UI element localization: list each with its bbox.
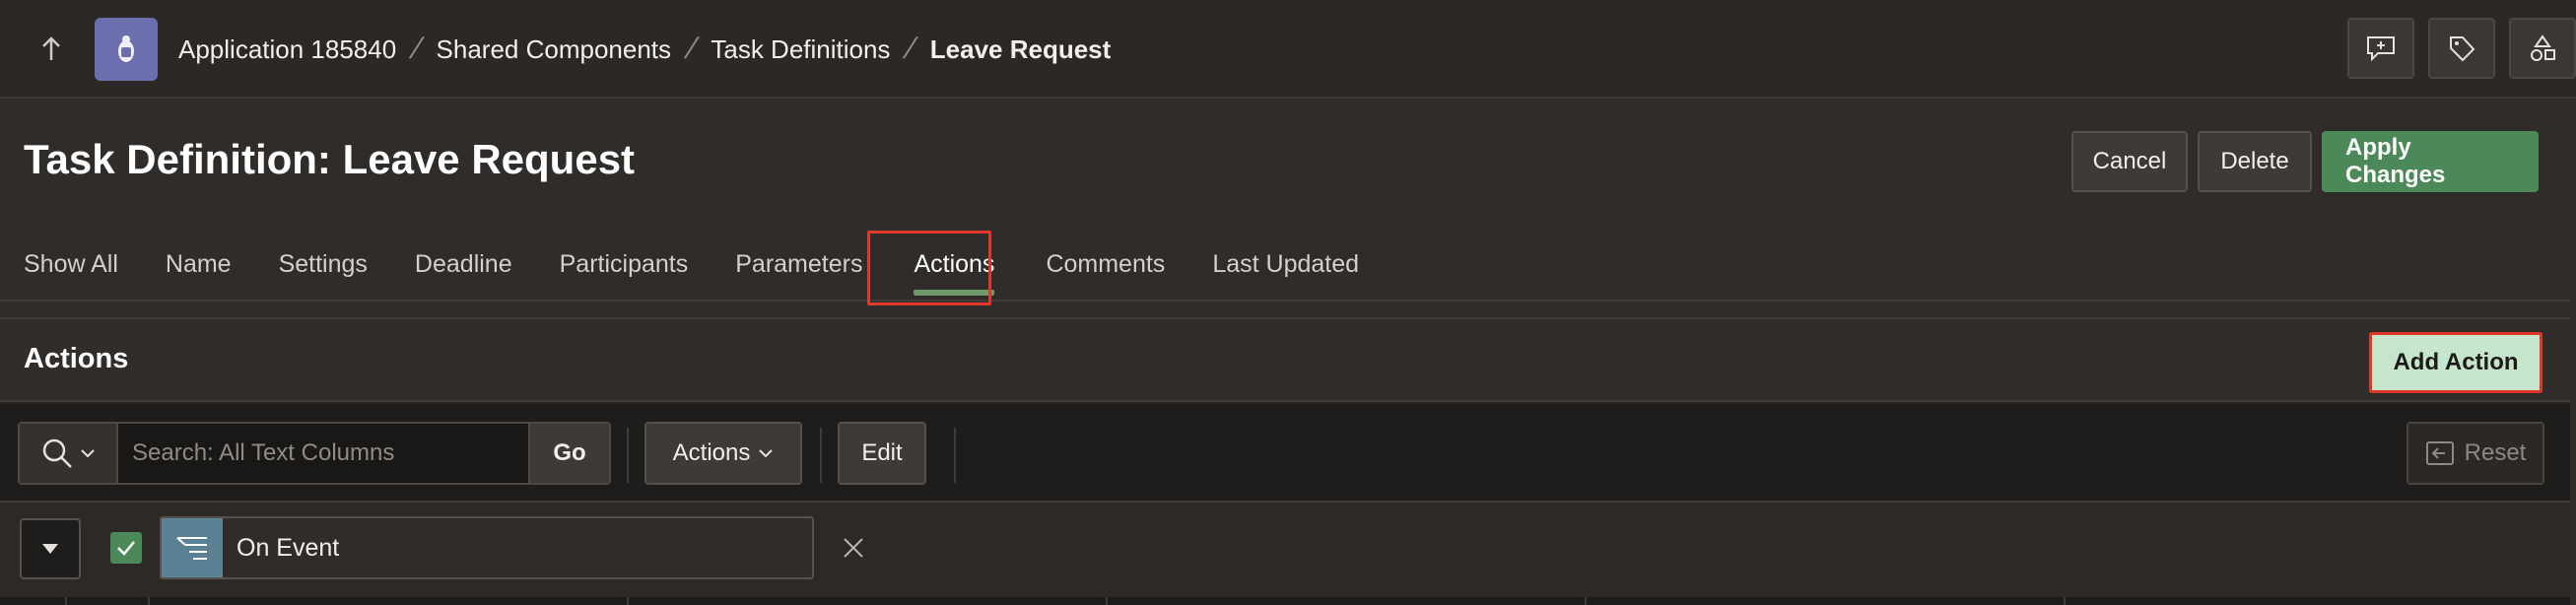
feedback-glyph (2367, 36, 2395, 62)
top-tools (2347, 18, 2576, 79)
add-action-button[interactable]: Add Action (2369, 332, 2542, 393)
column-divider (148, 597, 150, 605)
tab-label: Participants (559, 249, 689, 278)
column-divider (1585, 597, 1587, 605)
up-arrow-glyph (42, 36, 60, 60)
tab-name[interactable]: Name (142, 227, 255, 302)
close-glyph (844, 538, 863, 558)
up-arrow-icon[interactable] (26, 26, 77, 73)
breadcrumb-task-definitions[interactable]: Task Definitions (705, 34, 896, 65)
app-icon[interactable] (95, 18, 158, 81)
tab-label: Show All (24, 249, 118, 278)
delete-button[interactable]: Delete (2198, 131, 2312, 192)
apply-changes-button[interactable]: Apply Changes (2322, 131, 2539, 192)
search-input[interactable] (118, 424, 530, 483)
tab-last-updated[interactable]: Last Updated (1188, 227, 1383, 302)
column-divider (1106, 597, 1108, 605)
grid-header-strip (0, 597, 2570, 605)
check-icon (117, 541, 135, 556)
filter-enabled-checkbox[interactable] (110, 532, 142, 564)
reset-button[interactable]: Reset (2407, 422, 2544, 485)
tab-label: Name (165, 249, 232, 278)
search-column-selector[interactable] (20, 424, 118, 483)
tab-settings[interactable]: Settings (255, 227, 391, 302)
breadcrumb: Application 185840 / Shared Components /… (172, 28, 1117, 71)
tab-label: Deadline (414, 249, 512, 278)
region-header: Actions Add Action (0, 319, 2570, 402)
app-glyph (118, 35, 134, 62)
feedback-plus-icon[interactable] (2347, 18, 2414, 79)
tab-actions[interactable]: Actions (886, 227, 1022, 302)
tab-show-all[interactable]: Show All (0, 227, 142, 302)
toolbar-divider (627, 428, 629, 483)
column-divider (627, 597, 629, 605)
toolbar-divider (954, 428, 956, 483)
column-divider (2064, 597, 2066, 605)
shapes-glyph (2531, 34, 2555, 61)
filter-icon (162, 518, 223, 577)
active-tab-indicator (914, 290, 995, 296)
tab-parameters[interactable]: Parameters (712, 227, 886, 302)
edit-button[interactable]: Edit (838, 422, 926, 485)
tab-participants[interactable]: Participants (536, 227, 712, 302)
tab-label: Comments (1046, 249, 1166, 278)
cancel-button[interactable]: Cancel (2071, 131, 2188, 192)
chevron-down-icon (81, 449, 95, 458)
actions-menu-button[interactable]: Actions (644, 422, 802, 485)
shapes-icon[interactable] (2509, 18, 2576, 79)
actions-menu-label: Actions (672, 439, 751, 466)
tab-comments[interactable]: Comments (1022, 227, 1188, 302)
search-group: Go (18, 422, 611, 485)
filter-row: On Event (0, 504, 2570, 603)
filter-label: On Event (237, 533, 340, 562)
tab-label: Actions (914, 249, 995, 278)
go-button[interactable]: Go (530, 424, 609, 483)
collapse-filters-button[interactable] (20, 518, 81, 579)
breadcrumb-shared-components[interactable]: Shared Components (431, 34, 677, 65)
tab-deadline[interactable]: Deadline (391, 227, 536, 302)
tab-label: Parameters (735, 249, 863, 278)
reset-icon (2425, 441, 2454, 465)
search-icon (42, 438, 72, 468)
reset-label: Reset (2464, 439, 2527, 466)
tab-label: Last Updated (1212, 249, 1360, 278)
page-header-buttons: Cancel Delete Apply Changes (2071, 131, 2539, 192)
column-divider (65, 597, 67, 605)
pencil-tag-icon[interactable] (2428, 18, 2495, 79)
chevron-down-icon (759, 449, 774, 458)
region-title: Actions (24, 343, 129, 374)
top-navigation-bar: Application 185840 / Shared Components /… (0, 0, 2576, 99)
breadcrumb-current: Leave Request (929, 34, 1112, 64)
page-title: Task Definition: Leave Request (24, 136, 636, 182)
actions-region: Actions Add Action Go Actions (0, 317, 2570, 605)
toolbar-divider (820, 428, 822, 483)
triangle-down-icon (42, 544, 58, 554)
tag-glyph (2450, 36, 2475, 62)
filter-lines-glyph (176, 537, 207, 560)
section-tabs: Show All Name Settings Deadline Particip… (0, 227, 2570, 302)
tab-label: Settings (278, 249, 368, 278)
filter-chip[interactable]: On Event (160, 516, 814, 579)
report-toolbar: Go Actions Edit Reset (0, 404, 2570, 503)
close-icon[interactable] (834, 528, 873, 568)
breadcrumb-application[interactable]: Application 185840 (172, 34, 402, 65)
